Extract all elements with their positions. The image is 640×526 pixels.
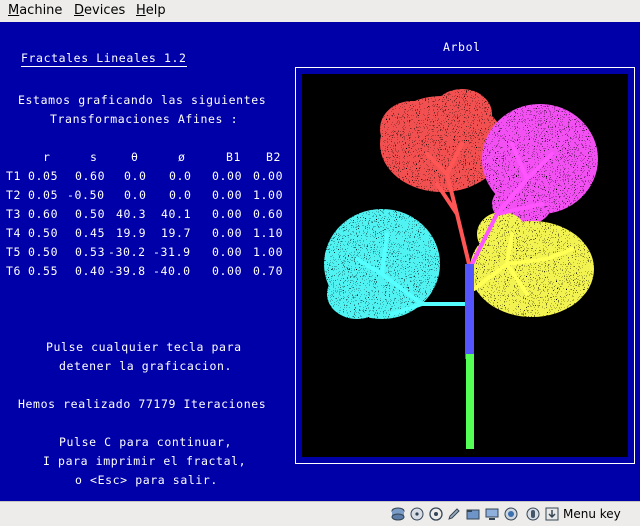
- menu-help[interactable]: Help: [136, 3, 166, 18]
- cell-b1: 0.00: [212, 245, 243, 259]
- continue-instruction-2: I para imprimir el fractal,: [43, 454, 247, 468]
- cell-r: 0.05: [28, 188, 59, 202]
- status-bar: Menu key: [0, 501, 640, 526]
- capture-icon[interactable]: [504, 507, 518, 521]
- cell-b1: 0.00: [212, 169, 243, 183]
- row-label: T4: [6, 226, 22, 240]
- cell-s: 0.45: [75, 226, 106, 240]
- cell-theta: -30.2: [108, 245, 146, 259]
- cell-b2: 1.00: [253, 245, 284, 259]
- cell-b2: 1.10: [253, 226, 284, 240]
- cell-r: 0.50: [28, 245, 59, 259]
- cell-s: 0.40: [75, 264, 106, 278]
- intro-line-1: Estamos graficando las siguientes: [18, 93, 267, 107]
- row-label: T5: [6, 245, 22, 259]
- cell-b1: 0.00: [212, 207, 243, 221]
- trunk-upper: [465, 264, 474, 359]
- menu-bar: Machine Devices Help: [0, 0, 640, 23]
- cell-b1: 0.00: [212, 188, 243, 202]
- cell-phi: 40.1: [161, 207, 192, 221]
- cell-phi: 0.0: [169, 188, 192, 202]
- cell-b2: 0.60: [253, 207, 284, 221]
- cell-r: 0.50: [28, 226, 59, 240]
- cell-phi: -40.0: [153, 264, 191, 278]
- stop-instruction-1: Pulse cualquier tecla para: [46, 340, 242, 354]
- plot-title: Arbol: [443, 40, 481, 54]
- usb-icon[interactable]: [429, 507, 443, 521]
- cell-theta: 19.9: [116, 226, 147, 240]
- host-key-label: Menu key: [563, 507, 621, 521]
- col-header-s: s: [90, 150, 98, 164]
- cell-s: 0.50: [75, 207, 106, 221]
- col-header-r: r: [43, 150, 51, 164]
- plot-frame: [295, 67, 635, 464]
- cell-phi: -31.9: [153, 245, 191, 259]
- cell-s: 0.53: [75, 245, 106, 259]
- pen-icon[interactable]: [447, 507, 461, 521]
- fractal-canvas: [302, 74, 628, 457]
- cell-s: -0.50: [67, 188, 105, 202]
- col-header-b1: B1: [226, 150, 242, 164]
- cell-phi: 19.7: [161, 226, 192, 240]
- display-icon[interactable]: [485, 507, 499, 521]
- trunk-lower: [466, 354, 474, 449]
- cell-r: 0.55: [28, 264, 59, 278]
- col-header-phi: ø: [178, 150, 186, 164]
- row-label: T1: [6, 169, 22, 183]
- cell-theta: -39.8: [108, 264, 146, 278]
- menu-devices[interactable]: Devices: [74, 3, 125, 18]
- iteration-count: Hemos realizado 77179 Iteraciones: [18, 397, 267, 411]
- continue-instruction-3: o <Esc> para salir.: [75, 473, 218, 487]
- stop-instruction-2: detener la graficacion.: [59, 359, 233, 373]
- cell-b1: 0.00: [212, 264, 243, 278]
- host-key-icon[interactable]: [545, 507, 559, 521]
- continue-instruction-1: Pulse C para continuar,: [59, 435, 233, 449]
- cell-b1: 0.00: [212, 226, 243, 240]
- col-header-theta: θ: [131, 150, 139, 164]
- shared-folder-icon[interactable]: [466, 507, 480, 521]
- col-header-b2: B2: [266, 150, 282, 164]
- cell-b2: 0.00: [253, 169, 284, 183]
- cell-theta: 0.0: [124, 188, 147, 202]
- cell-phi: 0.0: [169, 169, 192, 183]
- cell-b2: 1.00: [253, 188, 284, 202]
- mouse-integration-icon[interactable]: [526, 507, 540, 521]
- vm-screen[interactable]: Fractales Lineales 1.2 Estamos graficand…: [0, 22, 640, 501]
- optical-disc-icon[interactable]: [410, 507, 424, 521]
- menu-machine[interactable]: Machine: [8, 3, 62, 18]
- cell-r: 0.60: [28, 207, 59, 221]
- cell-b2: 0.70: [253, 264, 284, 278]
- row-label: T6: [6, 264, 22, 278]
- row-label: T3: [6, 207, 22, 221]
- fractal-tree-graphic: [324, 89, 598, 449]
- intro-line-2: Transformaciones Afines :: [50, 112, 239, 126]
- row-label: T2: [6, 188, 22, 202]
- program-title: Fractales Lineales 1.2: [21, 51, 187, 67]
- cell-theta: 0.0: [124, 169, 147, 183]
- hard-disk-icon[interactable]: [391, 507, 405, 521]
- cell-s: 0.60: [75, 169, 106, 183]
- cell-theta: 40.3: [116, 207, 147, 221]
- cell-r: 0.05: [28, 169, 59, 183]
